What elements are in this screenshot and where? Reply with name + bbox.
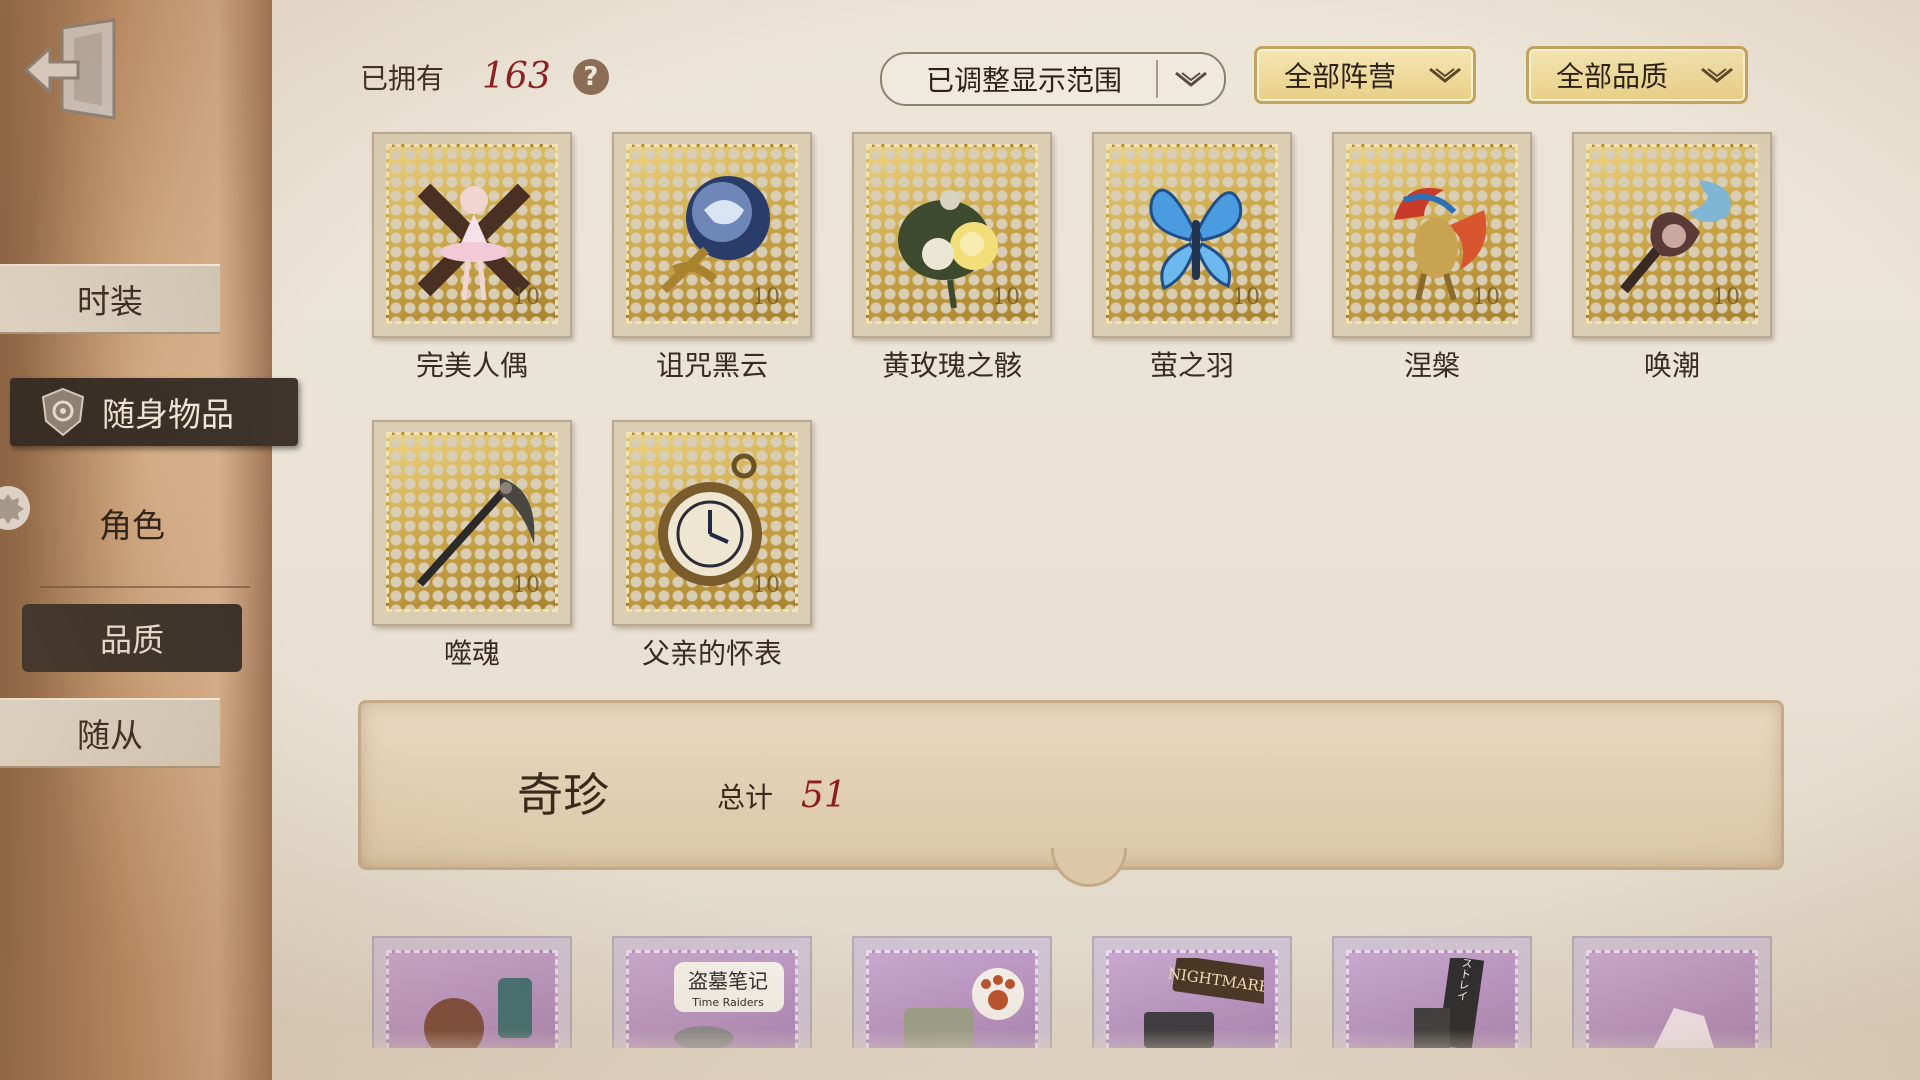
help-icon[interactable]: ? xyxy=(572,58,609,95)
item-stamp: 10 xyxy=(1092,132,1292,338)
item-name: 萤之羽 xyxy=(1149,349,1234,382)
display-range-dropdown[interactable]: 已调整显示范围 xyxy=(880,52,1226,106)
svg-text:盗墓笔记: 盗墓笔记 xyxy=(688,969,768,993)
faction-dropdown[interactable]: 全部阵营 xyxy=(1254,46,1476,104)
item-card[interactable]: 10 完美人偶 xyxy=(372,132,572,384)
item-name: 涅槃 xyxy=(1403,349,1460,382)
quality-dropdown[interactable]: 全部品质 xyxy=(1526,46,1748,104)
item-card[interactable]: 10 父亲的怀表 xyxy=(612,420,812,672)
rarity-total: 总计 51 xyxy=(717,775,847,816)
divider xyxy=(40,586,250,588)
item-card[interactable]: 10 唤潮 xyxy=(1572,132,1772,384)
item-stamp: 10 xyxy=(852,132,1052,338)
item-stamp: 10 xyxy=(612,420,812,626)
item-stamp: 10 xyxy=(372,420,572,626)
chevron-down-icon xyxy=(1689,65,1745,85)
sidebar-item-role[interactable]: 角色 xyxy=(22,490,242,556)
item-card[interactable]: 10 噬魂 xyxy=(372,420,572,672)
item-card[interactable]: 10 涅槃 xyxy=(1332,132,1532,384)
chevron-down-icon xyxy=(1417,65,1473,85)
sidebar-item-costume[interactable]: 时装 xyxy=(0,264,220,334)
owned-count: 163 xyxy=(482,56,551,97)
svg-text:Time Raiders: Time Raiders xyxy=(691,996,764,1009)
chevron-down-icon xyxy=(1158,69,1224,89)
item-name: 黄玫瑰之骸 xyxy=(881,349,1022,382)
item-stamp: 10 xyxy=(612,132,812,338)
rarity-title: 奇珍 xyxy=(517,768,609,822)
item-stamp: 10 xyxy=(372,132,572,338)
sidebar-item-accessories[interactable]: 随身物品 xyxy=(10,378,298,446)
item-card[interactable]: 10 诅咒黑云 xyxy=(612,132,812,384)
sidebar: 时装 随身物品 角色 品质 随从 xyxy=(0,0,298,1080)
item-stamp: 10 xyxy=(1572,132,1772,338)
rarity-section-header: 奇珍 总计 51 xyxy=(358,700,1784,887)
sidebar-item-quality[interactable]: 品质 xyxy=(22,604,242,672)
total-count: 51 xyxy=(801,775,847,816)
owned-counter: 已拥有 163 ? xyxy=(360,56,609,97)
item-name: 完美人偶 xyxy=(415,349,528,382)
item-card[interactable]: 10 黄玫瑰之骸 xyxy=(852,132,1052,384)
sidebar-item-follower[interactable]: 随从 xyxy=(0,698,220,768)
item-stamp: 10 xyxy=(1332,132,1532,338)
item-name: 噬魂 xyxy=(443,637,500,670)
shield-icon xyxy=(41,387,85,437)
item-name: 唤潮 xyxy=(1643,349,1700,382)
item-name: 诅咒黑云 xyxy=(655,349,768,382)
owned-label: 已拥有 xyxy=(360,62,445,95)
total-label: 总计 xyxy=(717,781,774,814)
item-name: 父亲的怀表 xyxy=(641,637,782,670)
item-card[interactable]: 10 萤之羽 xyxy=(1092,132,1292,384)
exit-icon[interactable] xyxy=(22,18,122,122)
